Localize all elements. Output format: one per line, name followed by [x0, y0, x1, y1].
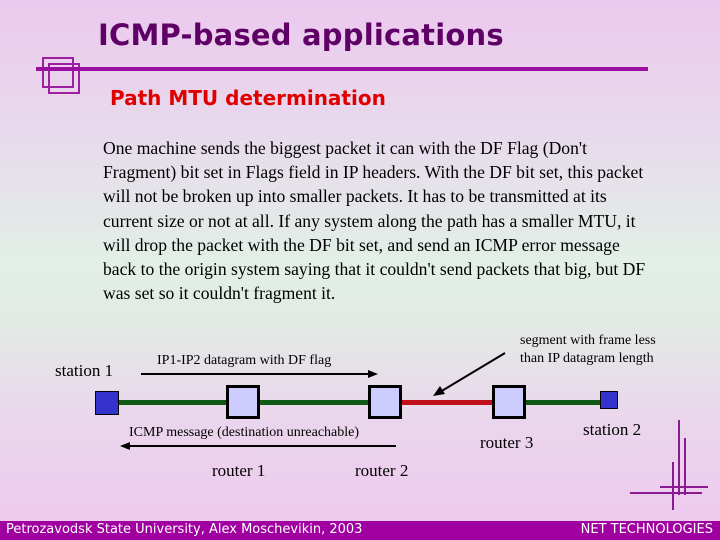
forward-arrow-label: IP1-IP2 datagram with DF flag: [157, 353, 332, 368]
back-arrow-icon: [120, 442, 396, 450]
router-1-node: [226, 385, 260, 419]
link-router3-station2: [525, 400, 605, 405]
station-2-label: station 2: [583, 420, 642, 439]
forward-arrow-icon: [141, 370, 378, 378]
segment-note-line1: segment with frame less: [520, 333, 656, 348]
station-1-label: station 1: [55, 361, 114, 380]
footer-bar: Petrozavodsk State University, Alex Mosc…: [0, 521, 720, 540]
link-router1-router2: [260, 400, 370, 405]
segment-pointer-arrow-icon: [433, 352, 506, 396]
router-2-label: router 2: [355, 461, 409, 480]
router-2-node: [368, 385, 402, 419]
station-1-node: [95, 391, 119, 415]
network-diagram: station 1 IP1-IP2 datagram with DF flag …: [0, 0, 720, 520]
back-arrow-label: ICMP message (destination unreachable): [129, 425, 360, 440]
router-1-label: router 1: [212, 461, 266, 480]
footer-course-name: NET TECHNOLOGIES: [580, 522, 713, 537]
link-station1-router1: [118, 400, 228, 405]
segment-note-line2: than IP datagram length: [520, 351, 654, 366]
link-router2-router3-small-mtu: [400, 400, 495, 405]
footer-credit: Petrozavodsk State University, Alex Mosc…: [6, 522, 363, 537]
router-3-label: router 3: [480, 433, 534, 452]
station-2-node: [600, 391, 618, 409]
